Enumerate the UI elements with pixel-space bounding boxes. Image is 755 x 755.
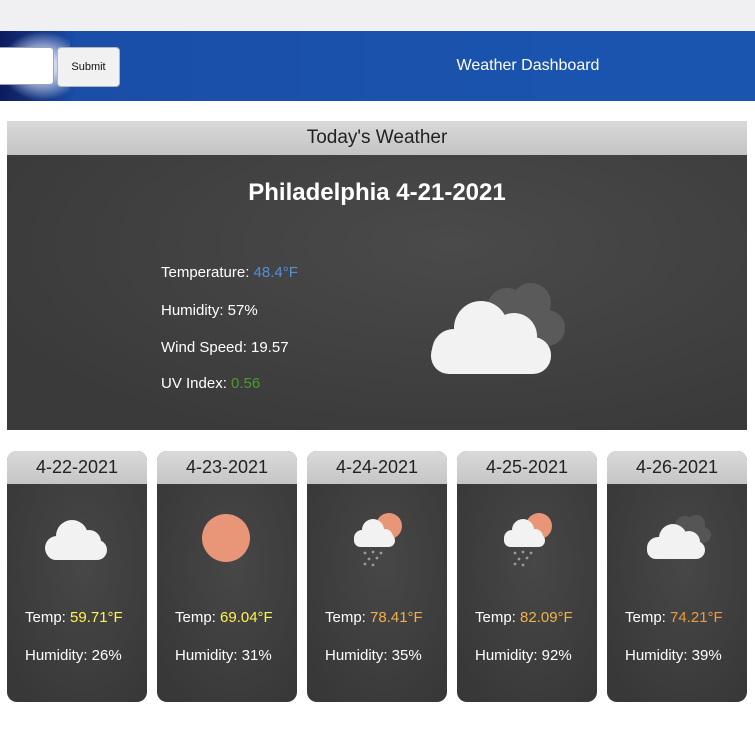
top-strip (0, 0, 755, 31)
cloudy-icon (431, 283, 565, 374)
temperature-stat: Temperature: 48.4°F (161, 264, 298, 281)
forecast-date: 4-23-2021 (157, 451, 297, 484)
uv-value: 0.56 (231, 375, 261, 392)
forecast-card-1: 4-22-2021 Temp: 59.71°F Humidity: 26% (7, 451, 147, 702)
forecast-temp: Temp: 78.41°F (325, 609, 423, 626)
temperature-value: 48.4°F (253, 264, 298, 281)
city-search-input[interactable] (0, 47, 54, 85)
temp-value: 69.04°F (220, 609, 273, 626)
forecast-temp: Temp: 74.21°F (625, 609, 723, 626)
forecast-temp: Temp: 82.09°F (475, 609, 573, 626)
forecast-humidity: Humidity: 39% (625, 647, 722, 664)
wind-speed-stat: Wind Speed: 19.57 (161, 339, 289, 356)
forecast-card-5: 4-26-2021 Temp: 74.21°F Humidity: 39% (607, 451, 747, 702)
temp-value: 59.71°F (70, 609, 123, 626)
forecast-date: 4-26-2021 (607, 451, 747, 484)
cloud-icon (45, 520, 107, 560)
cloudy-icon (647, 515, 711, 559)
todays-weather-panel: Today's Weather Philadelphia 4-21-2021 T… (7, 121, 747, 430)
forecast-card-2: 4-23-2021 Temp: 69.04°F Humidity: 31% (157, 451, 297, 702)
temp-label: Temp: (475, 609, 521, 626)
temp-value: 74.21°F (670, 609, 723, 626)
temp-label: Temp: (325, 609, 371, 626)
sun-rain-icon (504, 513, 552, 567)
todays-weather-heading: Today's Weather (7, 121, 747, 155)
page-title: Weather Dashboard (456, 57, 600, 74)
forecast-humidity: Humidity: 31% (175, 647, 272, 664)
humidity-stat: Humidity: 57% (161, 302, 258, 319)
forecast-humidity: Humidity: 26% (25, 647, 122, 664)
temp-value: 78.41°F (370, 609, 423, 626)
temp-label: Temp: (25, 609, 71, 626)
temperature-label: Temperature: (161, 264, 254, 281)
city-date-title: Philadelphia 4-21-2021 (248, 179, 506, 206)
forecast-humidity: Humidity: 92% (475, 647, 572, 664)
header-bar: Submit Weather Dashboard (0, 31, 755, 101)
sun-icon (202, 514, 250, 562)
sun-rain-icon (354, 513, 402, 567)
uv-index-stat: UV Index: 0.56 (161, 375, 260, 392)
forecast-temp: Temp: 59.71°F (25, 609, 123, 626)
forecast-date: 4-24-2021 (307, 451, 447, 484)
submit-button[interactable]: Submit (57, 47, 120, 87)
temp-label: Temp: (175, 609, 221, 626)
forecast-date: 4-25-2021 (457, 451, 597, 484)
temp-label: Temp: (625, 609, 671, 626)
forecast-humidity: Humidity: 35% (325, 647, 422, 664)
uv-label: UV Index: (161, 375, 232, 392)
forecast-date: 4-22-2021 (7, 451, 147, 484)
forecast-temp: Temp: 69.04°F (175, 609, 273, 626)
forecast-card-4: 4-25-2021 Temp: 82.09°F Humidity: 92% (457, 451, 597, 702)
forecast-card-3: 4-24-2021 Temp: 78.41°F Humidity: 35% (307, 451, 447, 702)
temp-value: 82.09°F (520, 609, 573, 626)
